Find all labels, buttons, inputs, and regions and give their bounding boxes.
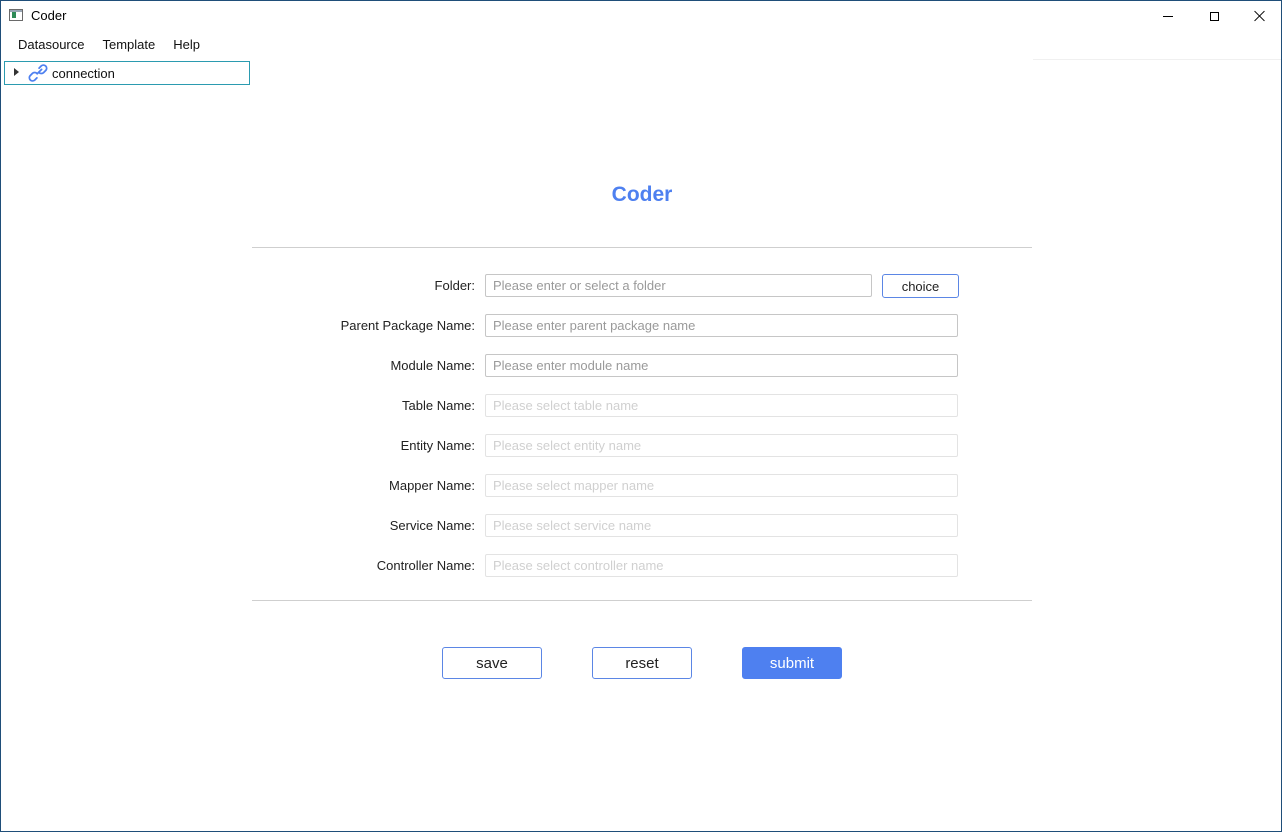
submit-button[interactable]: submit xyxy=(742,647,842,679)
close-button[interactable] xyxy=(1237,1,1282,31)
mapper-name-input xyxy=(485,474,958,497)
controller-name-input xyxy=(485,554,958,577)
mapper-name-label: Mapper Name: xyxy=(389,478,475,493)
menu-datasource[interactable]: Datasource xyxy=(1,32,93,58)
entity-name-input xyxy=(485,434,958,457)
tree-item-label: connection xyxy=(52,65,115,81)
page-title: Coder xyxy=(611,183,673,206)
app-window-icon xyxy=(9,9,23,21)
save-button[interactable]: save xyxy=(442,647,542,679)
maximize-icon xyxy=(1209,11,1219,21)
menu-help[interactable]: Help xyxy=(164,32,209,58)
menu-bar-divider xyxy=(1033,59,1281,60)
service-name-input xyxy=(485,514,958,537)
maximize-button[interactable] xyxy=(1191,1,1237,31)
minimize-icon xyxy=(1163,15,1173,17)
triangle-right-icon[interactable] xyxy=(14,68,19,76)
controller-name-label: Controller Name: xyxy=(376,558,475,573)
menu-bar: Datasource Template Help xyxy=(1,32,209,58)
app-window: Coder Datasource Template Help connectio… xyxy=(0,0,1282,832)
module-name-label: Module Name: xyxy=(390,358,475,373)
menu-template[interactable]: Template xyxy=(93,32,164,58)
tree-item-connection[interactable]: connection xyxy=(4,61,250,85)
service-name-label: Service Name: xyxy=(389,518,475,533)
folder-label: Folder: xyxy=(434,278,475,293)
parent-package-label: Parent Package Name: xyxy=(340,318,475,333)
minimize-button[interactable] xyxy=(1145,1,1191,31)
link-icon xyxy=(28,64,48,82)
table-name-label: Table Name: xyxy=(402,398,475,413)
close-icon xyxy=(1254,10,1266,22)
form-divider-top xyxy=(252,247,1032,248)
folder-input[interactable] xyxy=(485,274,872,297)
reset-button[interactable]: reset xyxy=(592,647,692,679)
title-bar: Coder xyxy=(1,1,1281,31)
window-title: Coder xyxy=(31,8,67,23)
choice-button[interactable]: choice xyxy=(882,274,959,298)
table-name-input xyxy=(485,394,958,417)
module-name-input[interactable] xyxy=(485,354,958,377)
entity-name-label: Entity Name: xyxy=(400,438,475,453)
parent-package-input[interactable] xyxy=(485,314,958,337)
form-divider-bottom xyxy=(252,600,1032,601)
